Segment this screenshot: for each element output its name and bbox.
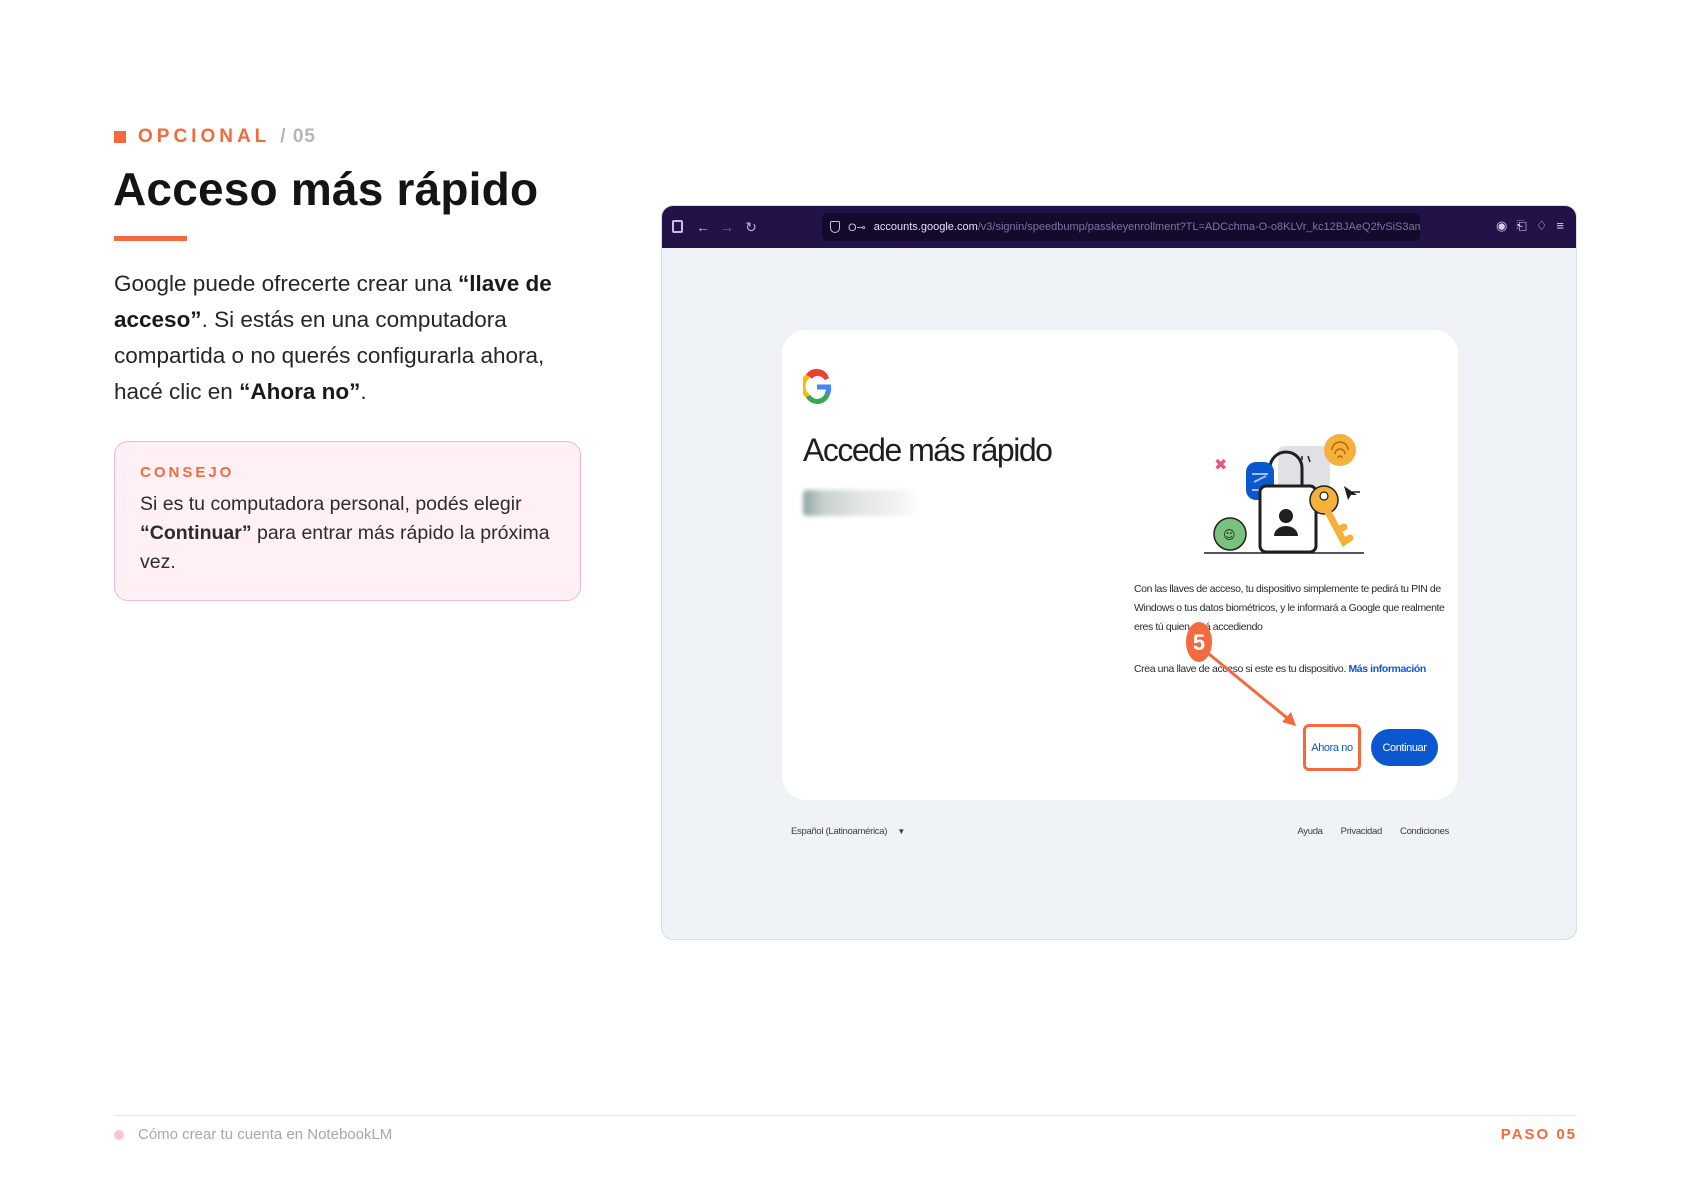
reload-icon[interactable]: ↻ <box>744 218 758 236</box>
address-bar[interactable]: O⊸ accounts.google.com /v3/signin/speedb… <box>822 213 1420 241</box>
url-path: /v3/signin/speedbump/passkeyenrollment?T… <box>977 221 1420 233</box>
tip-bold: “Continuar” <box>140 522 252 544</box>
lead-text-1: Google puede ofrecerte crear una <box>114 271 458 296</box>
menu-icon[interactable]: ≡ <box>1556 218 1564 234</box>
continue-button[interactable]: Continuar <box>1371 729 1438 766</box>
tip-label: CONSEJO <box>140 464 235 481</box>
footer-dot-icon <box>114 1129 124 1140</box>
footer-doc-text: Cómo crear tu cuenta en NotebookLM <box>138 1126 393 1143</box>
language-selector[interactable]: Español (Latinoamérica) ▼ <box>791 826 905 837</box>
terms-link[interactable]: Condiciones <box>1400 826 1449 837</box>
step-badge-number: 5 <box>1193 630 1205 655</box>
sidebar-tab-icon[interactable] <box>672 218 686 236</box>
drop-icon[interactable]: ♢ <box>1536 218 1548 234</box>
privacy-link[interactable]: Privacidad <box>1341 826 1383 837</box>
not-now-button[interactable]: Ahora no <box>1303 724 1361 771</box>
back-arrow-icon[interactable]: ← <box>696 218 710 236</box>
kicker-square-icon <box>114 131 126 143</box>
key-icon: O⊸ <box>848 221 866 234</box>
lead-bold-2: “Ahora no” <box>239 379 361 404</box>
footer-step: PASO 05 <box>1500 1126 1577 1143</box>
footer-links: Ayuda Privacidad Condiciones <box>1297 826 1449 837</box>
tip-body: Si es tu computadora personal, podés ele… <box>140 490 555 577</box>
footer-divider <box>114 1115 1577 1116</box>
browser-screenshot: ← → ↻ O⊸ accounts.google.com /v3/signin/… <box>661 205 1577 940</box>
extension-icons: ◉ ⎗ ♢ ≡ <box>1496 218 1564 234</box>
browser-toolbar: ← → ↻ O⊸ accounts.google.com /v3/signin/… <box>662 206 1576 248</box>
title-underline <box>114 236 187 241</box>
extension-icon[interactable]: ⎗ <box>1516 218 1526 234</box>
help-link[interactable]: Ayuda <box>1297 826 1323 837</box>
google-passkey-card: Accede más rápido ✖ ☺ Con las llaves de … <box>782 330 1458 800</box>
tip-box: CONSEJO Si es tu computadora personal, p… <box>114 441 581 601</box>
url-host: accounts.google.com <box>873 221 978 233</box>
lead-paragraph: Google puede ofrecerte crear una “llave … <box>114 266 594 410</box>
section-kicker: OPCIONAL / 05 <box>114 126 316 148</box>
account-icon[interactable]: ◉ <box>1496 218 1507 234</box>
tip-text-1: Si es tu computadora personal, podés ele… <box>140 493 522 515</box>
lead-text-3: . <box>360 379 367 404</box>
shield-icon <box>830 221 840 233</box>
kicker-step: / 05 <box>280 126 316 147</box>
step-badge: 5 <box>1186 622 1212 662</box>
kicker-label: OPCIONAL <box>138 126 271 147</box>
language-label: Español (Latinoamérica) <box>791 826 888 837</box>
footer-doc-title: Cómo crear tu cuenta en NotebookLM <box>114 1126 392 1143</box>
nav-controls: ← → ↻ <box>672 218 758 236</box>
forward-arrow-icon[interactable]: → <box>720 218 734 236</box>
dropdown-caret-icon: ▼ <box>897 827 906 836</box>
page-title: Acceso más rápido <box>113 163 539 215</box>
